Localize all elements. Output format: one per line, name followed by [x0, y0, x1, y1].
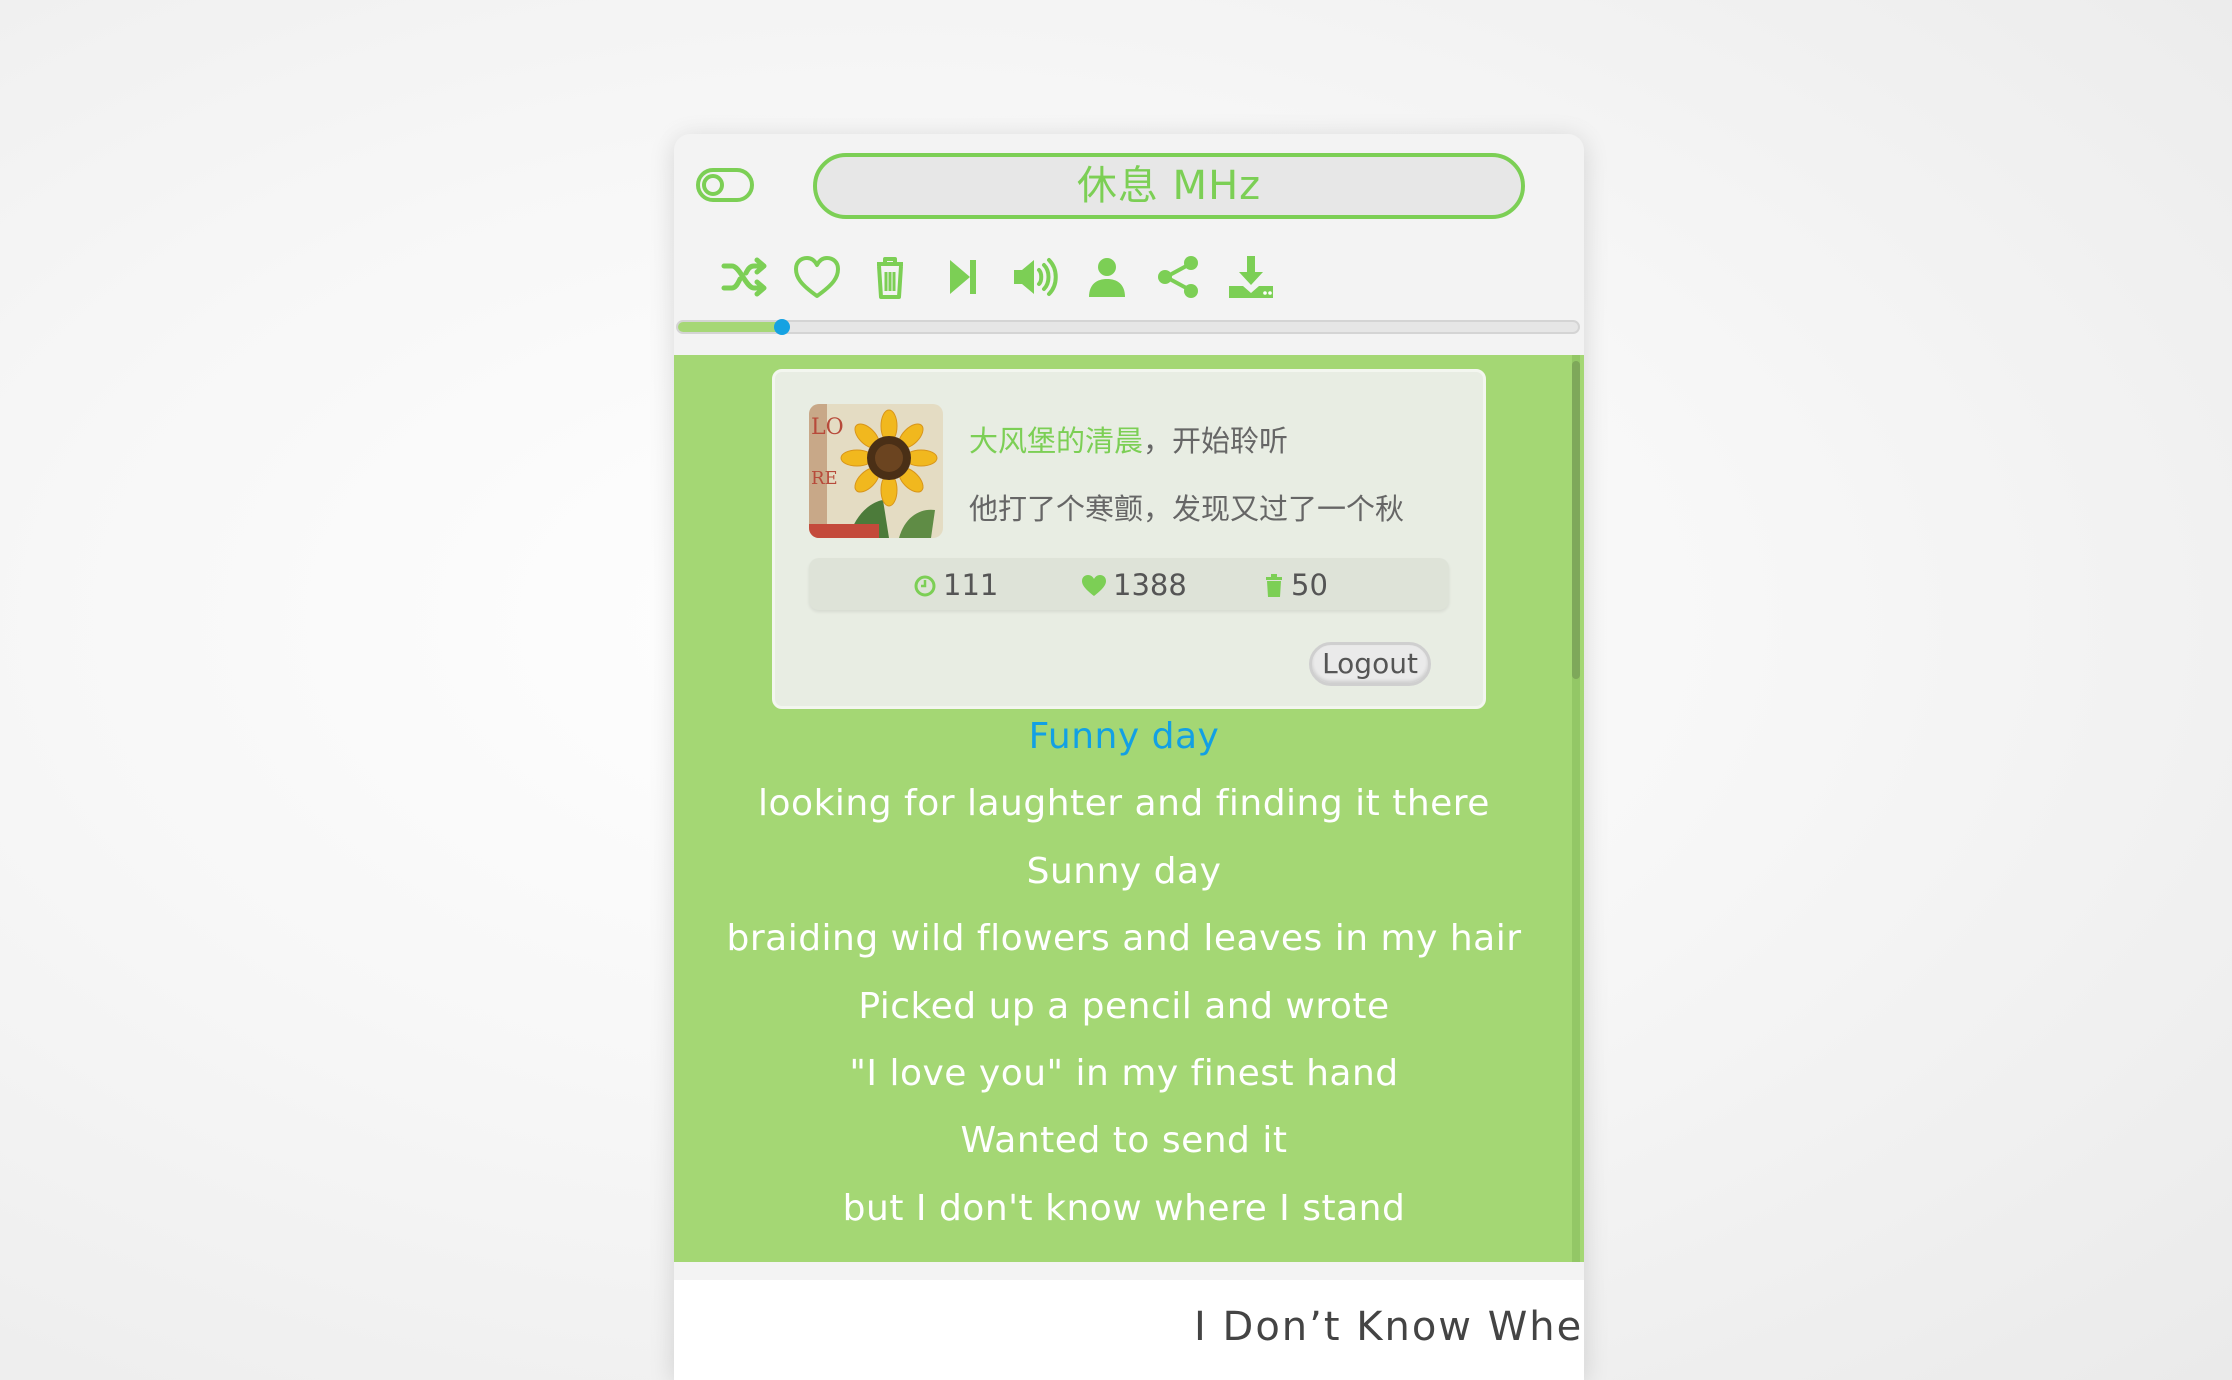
volume-icon[interactable] [1008, 252, 1062, 302]
song-title: I Don’t Know Whe [1194, 1304, 1584, 1350]
user-stats: 111 1388 50 [809, 558, 1449, 610]
user-quote: 他打了个寒颤，发现又过了一个秋 [969, 492, 1405, 526]
shuffle-icon[interactable] [718, 252, 772, 302]
greeting-text: 大风堡的清晨，开始聆听 [969, 418, 1288, 460]
user-card: LO RE 大风堡的清晨，开始聆听 他打了个寒颤，发现又过了一个秋 111 13… [772, 369, 1486, 709]
user-icon[interactable] [1080, 252, 1134, 302]
trash-small-icon [1266, 574, 1282, 597]
svg-text:RE: RE [811, 468, 838, 489]
svg-text:LO: LO [811, 415, 844, 440]
liked-stat: 1388 [1081, 568, 1187, 602]
heart-icon[interactable] [790, 252, 844, 302]
trashed-count: 50 [1291, 568, 1328, 602]
scrollbar-thumb[interactable] [1572, 361, 1580, 679]
lyric-line: Wanted to send it [960, 1120, 1288, 1162]
lyric-line: Funny day [1028, 716, 1220, 757]
lyrics-list: Funny day looking for laughter and findin… [674, 711, 1574, 1250]
lyrics-panel: LO RE 大风堡的清晨，开始聆听 他打了个寒颤，发现又过了一个秋 111 13… [674, 355, 1584, 1262]
channel-name-pill[interactable]: 休息 MHz [813, 153, 1525, 219]
progress-thumb[interactable] [773, 319, 790, 335]
progress-bar[interactable] [676, 319, 1580, 335]
mode-toggle[interactable] [696, 168, 754, 202]
clock-icon [914, 575, 936, 597]
lyric-line: braiding wild flowers and leaves in my h… [726, 918, 1522, 960]
played-count: 111 [943, 568, 999, 602]
heart-filled-icon [1082, 575, 1106, 596]
lyric-line: but I don't know where I stand [842, 1187, 1406, 1229]
player-window: 休息 MHz LO RE 大风堡的清晨，开始聆听 他打了个寒颤，发现又过了一个秋… [674, 134, 1584, 1380]
liked-count: 1388 [1113, 568, 1187, 602]
song-title-bar: I Don’t Know Whe [674, 1280, 1584, 1380]
logout-button[interactable]: Logout [1309, 642, 1431, 686]
toggle-knob [702, 174, 724, 196]
lyric-line: looking for laughter and finding it ther… [758, 783, 1490, 825]
download-icon[interactable] [1224, 252, 1278, 302]
played-stat: 111 [913, 568, 998, 602]
trashed-stat: 50 [1263, 568, 1328, 602]
trash-icon[interactable] [863, 252, 917, 302]
skip-next-icon[interactable] [936, 252, 990, 302]
lyric-line: "I love you" in my finest hand [849, 1052, 1399, 1094]
lyric-line: Picked up a pencil and wrote [858, 985, 1390, 1027]
lyric-line: Sunny day [1026, 850, 1222, 892]
progress-fill [678, 322, 782, 332]
avatar: LO RE [809, 404, 943, 538]
toolbar [674, 244, 1584, 308]
lyrics-scrollbar[interactable] [1572, 355, 1580, 1262]
greeting-suffix: ，开始聆听 [1143, 424, 1289, 458]
share-icon[interactable] [1152, 252, 1206, 302]
username[interactable]: 大风堡的清晨 [969, 424, 1143, 458]
